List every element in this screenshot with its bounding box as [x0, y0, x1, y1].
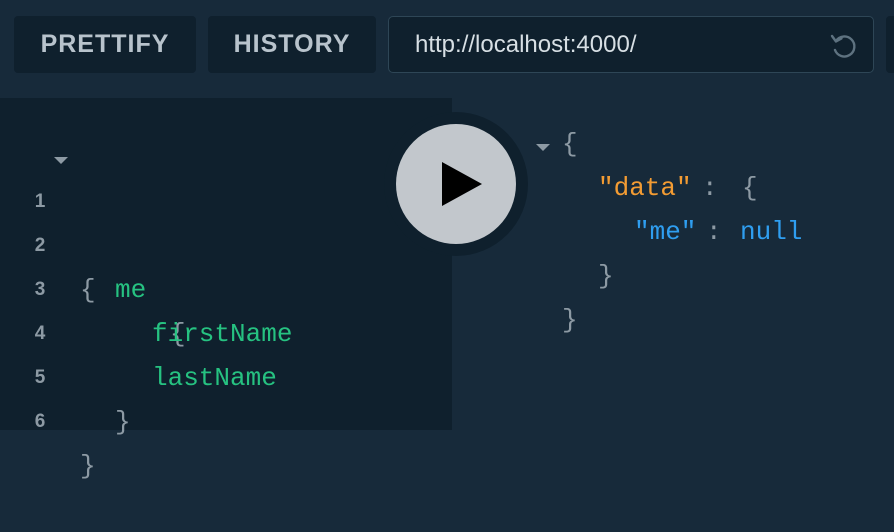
- toolbar: PRETTIFY HISTORY http://localhost:4000/: [0, 0, 894, 92]
- endpoint-url-text: http://localhost:4000/: [415, 30, 637, 58]
- code-line: 4 lastName: [0, 268, 452, 393]
- code-line: 3 firstName: [0, 224, 452, 349]
- result-data-open-brace: {: [742, 173, 758, 203]
- fold-arrow-icon[interactable]: [536, 144, 550, 151]
- result-colon: :: [706, 217, 722, 247]
- endpoint-url-input[interactable]: http://localhost:4000/: [388, 16, 874, 73]
- code-line: 6 }: [0, 356, 452, 481]
- reload-icon[interactable]: [827, 29, 861, 63]
- history-button[interactable]: HISTORY: [208, 16, 376, 73]
- query-editor[interactable]: 1 { 2 me { 3 firstName 4 lastName 5 } 6 …: [0, 98, 452, 481]
- fold-arrow-icon[interactable]: [54, 157, 68, 164]
- result-key-data: "data": [598, 173, 692, 203]
- result-colon: :: [702, 173, 718, 203]
- settings-button-edge[interactable]: [886, 16, 894, 73]
- line-number: 6: [34, 411, 46, 432]
- result-open-brace: {: [562, 129, 578, 159]
- result-value-null: null: [740, 217, 803, 247]
- result-data-close-brace: }: [598, 261, 614, 291]
- play-icon[interactable]: [442, 162, 482, 206]
- close-brace: }: [80, 451, 96, 481]
- prettify-button[interactable]: PRETTIFY: [14, 16, 196, 73]
- result-close-brace: }: [562, 305, 578, 335]
- code-line: 5 }: [0, 312, 452, 437]
- close-brace: }: [115, 407, 131, 437]
- result-key-me: "me": [634, 217, 697, 247]
